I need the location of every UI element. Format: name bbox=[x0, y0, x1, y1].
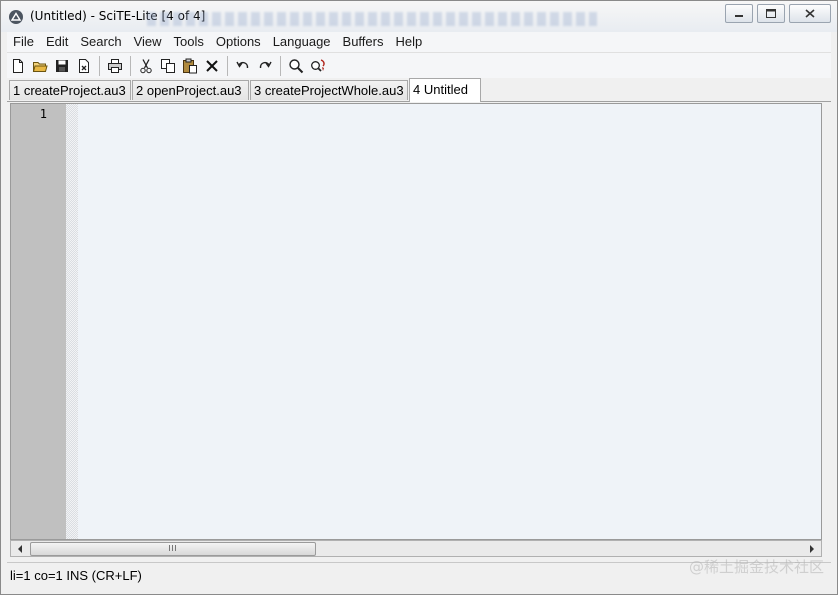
tab-label: 1 createProject.au3 bbox=[13, 83, 126, 98]
editor-pane[interactable]: 1 bbox=[10, 103, 822, 540]
save-icon[interactable] bbox=[51, 55, 73, 77]
paste-icon[interactable] bbox=[179, 55, 201, 77]
menu-edit[interactable]: Edit bbox=[40, 32, 74, 52]
scroll-left-arrow-icon[interactable] bbox=[12, 541, 28, 556]
scrollbar-thumb[interactable] bbox=[30, 542, 316, 556]
tab-label: 4 Untitled bbox=[413, 82, 468, 97]
close-window-button[interactable] bbox=[789, 4, 831, 23]
scroll-right-arrow-icon[interactable] bbox=[804, 541, 820, 556]
blurred-title-region bbox=[147, 12, 597, 26]
tab-label: 3 createProjectWhole.au3 bbox=[254, 83, 404, 98]
tab-create-project[interactable]: 1 createProject.au3 bbox=[9, 80, 131, 100]
scite-window: (Untitled) - SciTE-Lite [4 of 4] File Ed… bbox=[0, 0, 838, 595]
maximize-button[interactable] bbox=[757, 4, 785, 23]
cut-icon[interactable] bbox=[135, 55, 157, 77]
status-text: li=1 co=1 INS (CR+LF) bbox=[10, 568, 142, 583]
toolbar-separator bbox=[130, 55, 131, 76]
scrollbar-grip bbox=[169, 545, 177, 551]
tab-create-project-whole[interactable]: 3 createProjectWhole.au3 bbox=[250, 80, 408, 100]
menu-help[interactable]: Help bbox=[389, 32, 428, 52]
fold-margin[interactable] bbox=[66, 104, 78, 539]
tab-label: 2 openProject.au3 bbox=[136, 83, 242, 98]
caption-buttons bbox=[721, 4, 831, 23]
delete-icon[interactable] bbox=[201, 55, 223, 77]
tab-untitled[interactable]: 4 Untitled bbox=[409, 78, 481, 102]
menu-tools[interactable]: Tools bbox=[168, 32, 210, 52]
menu-buffers[interactable]: Buffers bbox=[337, 32, 390, 52]
menu-view[interactable]: View bbox=[128, 32, 168, 52]
toolbar-separator bbox=[280, 55, 281, 76]
line-number: 1 bbox=[39, 107, 47, 121]
line-number-gutter[interactable]: 1 bbox=[11, 104, 66, 539]
toolbar-separator bbox=[99, 55, 100, 76]
redo-icon[interactable] bbox=[254, 55, 276, 77]
copy-icon[interactable] bbox=[157, 55, 179, 77]
scite-app-icon[interactable] bbox=[9, 10, 23, 24]
menu-file[interactable]: File bbox=[7, 32, 40, 52]
print-icon[interactable] bbox=[104, 55, 126, 77]
replace-icon[interactable] bbox=[307, 55, 329, 77]
toolbar bbox=[7, 53, 831, 78]
editor-text-area[interactable] bbox=[81, 107, 821, 539]
open-folder-icon[interactable] bbox=[29, 55, 51, 77]
title-bar[interactable]: (Untitled) - SciTE-Lite [4 of 4] bbox=[1, 1, 837, 32]
new-file-icon[interactable] bbox=[7, 55, 29, 77]
menu-language[interactable]: Language bbox=[267, 32, 337, 52]
minimize-button[interactable] bbox=[725, 4, 753, 23]
buffer-tab-bar: 1 createProject.au3 2 openProject.au3 3 … bbox=[7, 78, 831, 102]
toolbar-separator bbox=[227, 55, 228, 76]
watermark: @稀土掘金技术社区 bbox=[688, 558, 824, 576]
close-file-icon[interactable] bbox=[73, 55, 95, 77]
horizontal-scrollbar[interactable] bbox=[10, 540, 822, 557]
menu-search[interactable]: Search bbox=[74, 32, 127, 52]
find-icon[interactable] bbox=[285, 55, 307, 77]
menu-bar: File Edit Search View Tools Options Lang… bbox=[7, 32, 831, 53]
menu-options[interactable]: Options bbox=[210, 32, 267, 52]
undo-icon[interactable] bbox=[232, 55, 254, 77]
tab-open-project[interactable]: 2 openProject.au3 bbox=[132, 80, 249, 100]
